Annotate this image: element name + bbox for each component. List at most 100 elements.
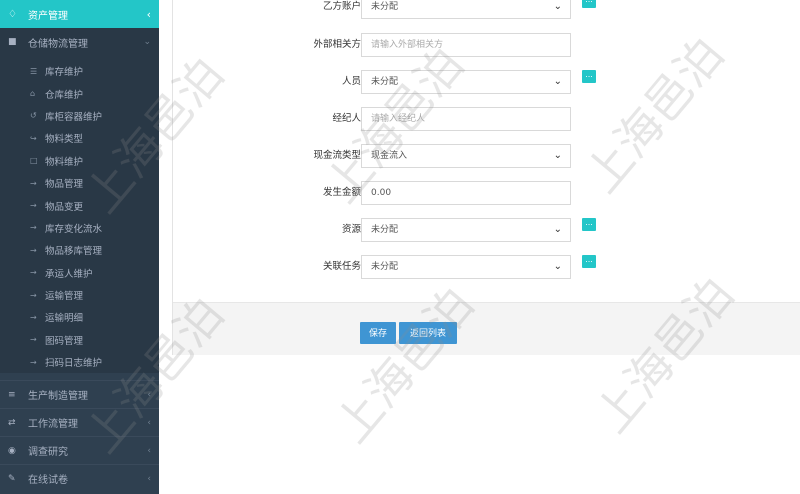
sidebar-item-stock-flow[interactable]: → 库存变化流水 xyxy=(0,217,159,239)
form-row-related-task: 关联任务 未分配 ⌄ ... xyxy=(173,255,800,279)
form-row-cashflow-type: 现金流类型 现金流入 ⌄ xyxy=(173,144,800,168)
signin-icon: ↪ xyxy=(30,133,37,143)
chevron-down-icon: ⌄ xyxy=(553,76,562,87)
form-row-amount: 发生金额 0.00 xyxy=(173,181,800,205)
sidebar-item-material-type[interactable]: ↪ 物料类型 xyxy=(0,127,159,149)
sidebar-item-label: 物品变更 xyxy=(45,201,84,213)
select-value: 未分配 xyxy=(371,225,399,235)
field-label: 资源 xyxy=(341,224,361,235)
person-picker-button[interactable]: ... xyxy=(582,70,596,83)
sidebar-group-manufacturing[interactable]: ≡ 生产制造管理 ‹ xyxy=(0,380,159,408)
field-label: 经纪人 xyxy=(332,113,361,124)
field-label: 关联任务 xyxy=(322,261,361,272)
chevron-left-icon: ‹ xyxy=(147,389,151,400)
sidebar-item-label: 物料维护 xyxy=(45,156,84,168)
sidebar-item-label: 库存维护 xyxy=(45,67,84,79)
related-task-select[interactable]: 未分配 ⌄ xyxy=(361,255,571,279)
sidebar-item-label: 运输明细 xyxy=(45,313,84,325)
save-button[interactable]: 保存 xyxy=(360,322,396,344)
app-window: ♢ 资产管理 ‹ ■ 仓储物流管理 ⌄ ☰ 库存维护 ⌂ 仓库维护 ↺ 库柜容器维护 … xyxy=(0,0,800,494)
form-row-agent: 经纪人 请输入经纪人 xyxy=(173,107,800,131)
bookmark-icon: □ xyxy=(30,156,38,166)
login-icon: → xyxy=(30,312,37,322)
login-icon: → xyxy=(30,357,37,367)
truck-icon: ■ xyxy=(8,37,17,47)
login-icon: → xyxy=(30,245,37,255)
sidebar-item-carrier[interactable]: → 承运人维护 xyxy=(0,262,159,284)
login-icon: → xyxy=(30,201,37,211)
select-value: 未分配 xyxy=(371,262,399,272)
login-icon: → xyxy=(30,178,37,188)
field-label: 乙方账户 xyxy=(322,1,361,12)
form-panel: 乙方账户 未分配 ⌄ ... 外部相关方 请输入外部相关方 人员 未分配 ⌄ ...… xyxy=(172,0,800,355)
cashflow-type-select[interactable]: 现金流入 ⌄ xyxy=(361,144,571,168)
select-value: 未分配 xyxy=(371,2,399,12)
sidebar-item-goods-transfer[interactable]: → 物品移库管理 xyxy=(0,239,159,261)
sidebar-group-exam[interactable]: ✎ 在线试卷 ‹ xyxy=(0,464,159,492)
select-value: 现金流入 xyxy=(371,151,408,161)
form-footer: 保存 返回列表 xyxy=(173,302,800,355)
form-row-external-party: 外部相关方 请输入外部相关方 xyxy=(173,33,800,57)
field-label: 现金流类型 xyxy=(313,150,361,161)
chevron-left-icon: ‹ xyxy=(147,417,151,428)
sidebar-item-label: 仓库维护 xyxy=(45,89,84,101)
sidebar-item-material[interactable]: □ 物料维护 xyxy=(0,150,159,172)
field-label: 发生金额 xyxy=(322,187,361,198)
sidebar-header-label: 资产管理 xyxy=(28,10,68,22)
sidebar-item-code[interactable]: → 图码管理 xyxy=(0,329,159,351)
sidebar-item-scan-log[interactable]: → 扫码日志维护 xyxy=(0,351,159,373)
agent-input[interactable]: 请输入经纪人 xyxy=(361,107,571,131)
sidebar: ♢ 资产管理 ‹ ■ 仓储物流管理 ⌄ ☰ 库存维护 ⌂ 仓库维护 ↺ 库柜容器维护 … xyxy=(0,0,159,494)
chevron-down-icon: ⌄ xyxy=(553,150,562,161)
party-b-account-picker-button[interactable]: ... xyxy=(582,0,596,8)
party-b-account-select[interactable]: 未分配 ⌄ xyxy=(361,0,571,19)
chevron-left-icon: ‹ xyxy=(147,445,151,456)
resource-picker-button[interactable]: ... xyxy=(582,218,596,231)
resource-select[interactable]: 未分配 ⌄ xyxy=(361,218,571,242)
sidebar-item-label: 运输管理 xyxy=(45,291,84,303)
history-icon: ↺ xyxy=(30,111,37,121)
login-icon: → xyxy=(30,290,37,300)
sidebar-item-warehouse[interactable]: ⌂ 仓库维护 xyxy=(0,82,159,104)
back-to-list-button[interactable]: 返回列表 xyxy=(399,322,457,344)
sidebar-item-label: 物品移库管理 xyxy=(45,246,103,258)
sidebar-group-label: 在线试卷 xyxy=(28,475,68,486)
login-icon: → xyxy=(30,268,37,278)
main-content: 乙方账户 未分配 ⌄ ... 外部相关方 请输入外部相关方 人员 未分配 ⌄ ...… xyxy=(159,0,800,494)
sidebar-group-workflow[interactable]: ⇄ 工作流管理 ‹ xyxy=(0,408,159,436)
sidebar-item-goods-change[interactable]: → 物品变更 xyxy=(0,194,159,216)
amount-input[interactable]: 0.00 xyxy=(361,181,571,205)
sidebar-header-asset-management[interactable]: ♢ 资产管理 ‹ xyxy=(0,0,159,28)
edit-icon: ✎ xyxy=(8,473,16,484)
person-select[interactable]: 未分配 ⌄ xyxy=(361,70,571,94)
list-icon: ☰ xyxy=(30,66,38,76)
sidebar-item-label: 扫码日志维护 xyxy=(45,358,103,370)
sidebar-item-container[interactable]: ↺ 库柜容器维护 xyxy=(0,105,159,127)
sidebar-group-warehouse-logistics[interactable]: ■ 仓储物流管理 ⌄ xyxy=(0,28,159,56)
sidebar-item-label: 库柜容器维护 xyxy=(45,111,103,123)
home-icon: ⌂ xyxy=(30,89,36,99)
sidebar-item-transport-detail[interactable]: → 运输明细 xyxy=(0,306,159,328)
chevron-left-icon: ‹ xyxy=(147,473,151,484)
form-row-party-b-account: 乙方账户 未分配 ⌄ ... xyxy=(173,0,800,19)
form-row-person: 人员 未分配 ⌄ ... xyxy=(173,70,800,94)
chevron-left-icon: ‹ xyxy=(146,7,151,21)
select-value: 未分配 xyxy=(371,77,399,87)
random-icon: ⇄ xyxy=(8,417,16,428)
sidebar-item-label: 图码管理 xyxy=(45,335,84,347)
sidebar-item-label: 物品管理 xyxy=(45,179,84,191)
sidebar-item-inventory[interactable]: ☰ 库存维护 xyxy=(0,60,159,82)
sidebar-item-goods[interactable]: → 物品管理 xyxy=(0,172,159,194)
field-label: 外部相关方 xyxy=(313,39,361,50)
chevron-down-icon: ⌄ xyxy=(143,37,151,47)
sidebar-group-survey[interactable]: ◉ 调查研究 ‹ xyxy=(0,436,159,464)
sidebar-item-transport[interactable]: → 运输管理 xyxy=(0,284,159,306)
external-party-input[interactable]: 请输入外部相关方 xyxy=(361,33,571,57)
related-task-picker-button[interactable]: ... xyxy=(582,255,596,268)
sidebar-group-label: 调查研究 xyxy=(28,447,68,458)
sidebar-item-label: 承运人维护 xyxy=(45,268,93,280)
sliders-icon: ≡ xyxy=(8,389,16,400)
diamond-icon: ♢ xyxy=(8,8,17,20)
login-icon: → xyxy=(30,335,37,345)
chevron-down-icon: ⌄ xyxy=(553,261,562,272)
